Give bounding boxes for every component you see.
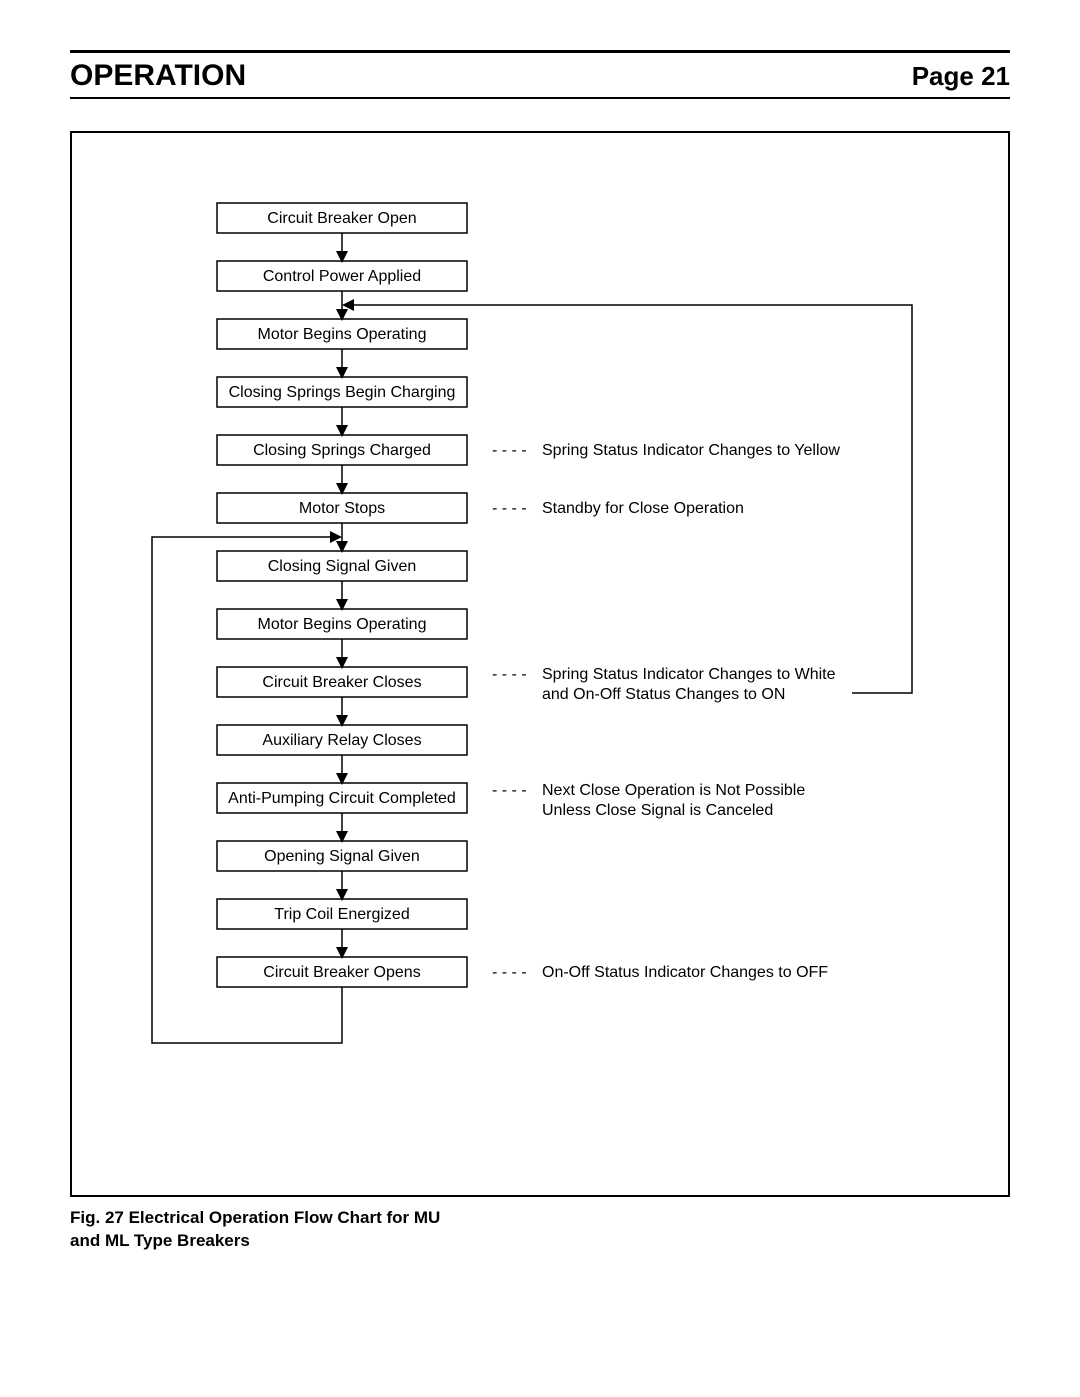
- page-number: Page 21: [912, 61, 1010, 92]
- step-note: and On-Off Status Changes to ON: [542, 686, 785, 703]
- step-label: Closing Springs Begin Charging: [229, 384, 456, 401]
- flow-step: Circuit Breaker Open: [217, 203, 467, 233]
- step-label: Motor Stops: [299, 500, 385, 517]
- step-note: Next Close Operation is Not Possible: [542, 782, 805, 799]
- note-dash: - - - -: [492, 964, 527, 981]
- flow-step: Circuit Breaker Opens: [217, 957, 467, 987]
- step-label: Control Power Applied: [263, 268, 421, 285]
- section-title: OPERATION: [70, 59, 246, 93]
- note-dash: - - - -: [492, 500, 527, 517]
- caption-line: Fig. 27 Electrical Operation Flow Chart …: [70, 1208, 440, 1227]
- header-underline: [70, 97, 1010, 99]
- flow-step: Closing Signal Given: [217, 551, 467, 581]
- note-dash: - - - -: [492, 782, 527, 799]
- flow-step: Motor Stops: [217, 493, 467, 523]
- flow-step: Control Power Applied: [217, 261, 467, 291]
- flow-step: Circuit Breaker Closes: [217, 667, 467, 697]
- step-label: Circuit Breaker Open: [267, 210, 416, 227]
- step-label: Circuit Breaker Opens: [263, 964, 420, 981]
- flow-step: Opening Signal Given: [217, 841, 467, 871]
- page-header: OPERATION Page 21: [70, 53, 1010, 97]
- step-note: Unless Close Signal is Canceled: [542, 802, 773, 819]
- step-note: Spring Status Indicator Changes to White: [542, 666, 836, 683]
- step-label: Circuit Breaker Closes: [262, 674, 421, 691]
- flow-step: Trip Coil Energized: [217, 899, 467, 929]
- step-label: Closing Springs Charged: [253, 442, 431, 459]
- flow-step: Auxiliary Relay Closes: [217, 725, 467, 755]
- document-page: OPERATION Page 21 Circuit Breaker Open C…: [0, 0, 1080, 1293]
- note-dash: - - - -: [492, 442, 527, 459]
- step-label: Motor Begins Operating: [258, 326, 427, 343]
- step-note: Standby for Close Operation: [542, 500, 744, 517]
- note-dash: - - - -: [492, 666, 527, 683]
- flow-step: Closing Springs Charged: [217, 435, 467, 465]
- step-label: Trip Coil Energized: [274, 906, 409, 923]
- step-label: Opening Signal Given: [264, 848, 420, 865]
- flow-step: Motor Begins Operating: [217, 319, 467, 349]
- step-note: Spring Status Indicator Changes to Yello…: [542, 442, 840, 459]
- step-note: On-Off Status Indicator Changes to OFF: [542, 964, 828, 981]
- step-label: Motor Begins Operating: [258, 616, 427, 633]
- flow-step: Closing Springs Begin Charging: [217, 377, 467, 407]
- flow-step: Motor Begins Operating: [217, 609, 467, 639]
- step-label: Anti-Pumping Circuit Completed: [228, 790, 456, 807]
- figure-caption: Fig. 27 Electrical Operation Flow Chart …: [70, 1207, 1010, 1253]
- caption-line: and ML Type Breakers: [70, 1231, 250, 1250]
- figure-frame: Circuit Breaker Open Control Power Appli…: [70, 131, 1010, 1197]
- step-label: Closing Signal Given: [268, 558, 417, 575]
- step-label: Auxiliary Relay Closes: [262, 732, 421, 749]
- flowchart-svg: Circuit Breaker Open Control Power Appli…: [92, 193, 952, 1153]
- flow-step: Anti-Pumping Circuit Completed: [217, 783, 467, 813]
